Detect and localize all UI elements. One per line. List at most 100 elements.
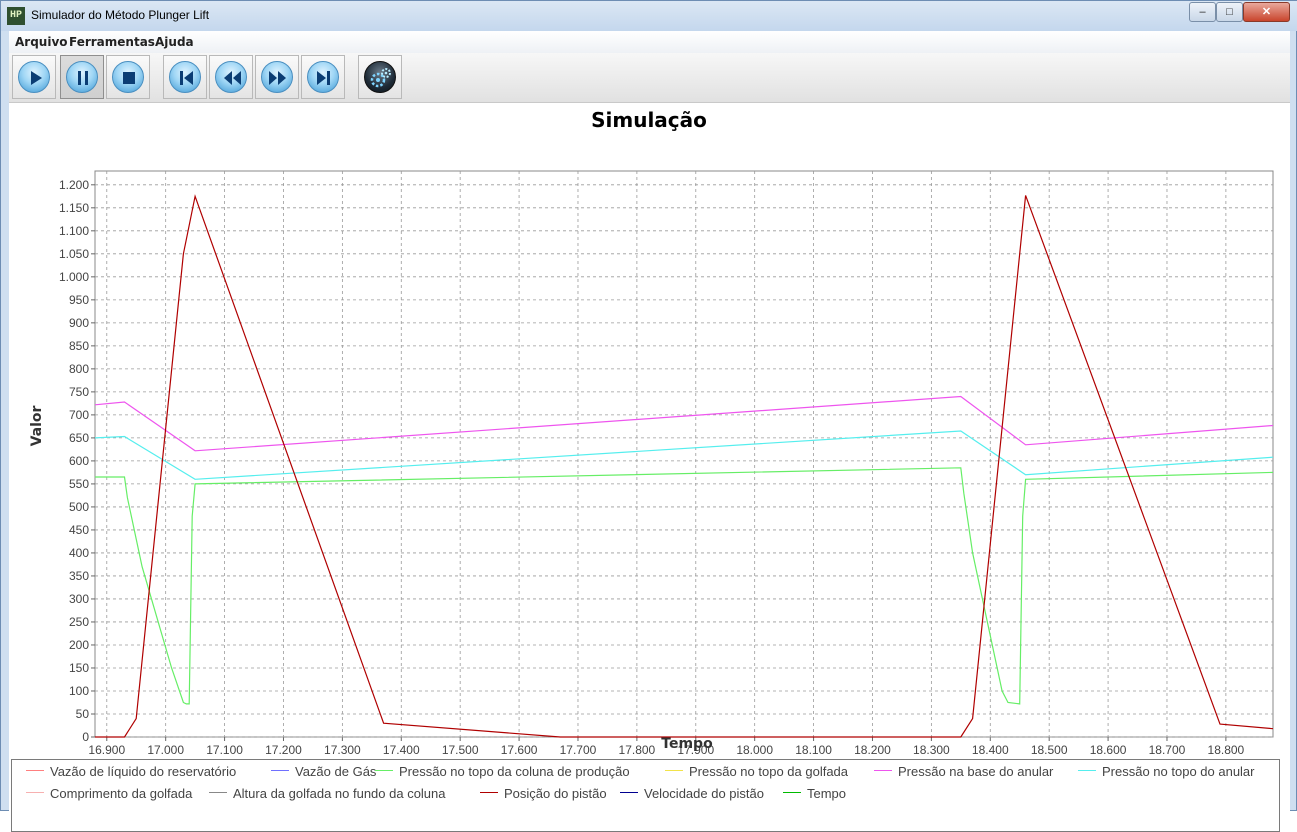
legend-label: Pressão no topo da coluna de produção	[399, 764, 630, 779]
y-tick-label: 650	[69, 431, 89, 445]
x-tick-label: 18.400	[972, 743, 1009, 757]
legend-swatch	[620, 792, 638, 794]
y-tick-label: 300	[69, 592, 89, 606]
legend-label: Vazão de Gás	[295, 764, 377, 779]
x-tick-label: 17.400	[383, 743, 420, 757]
window-title: Simulador do Método Plunger Lift	[31, 8, 210, 22]
legend-item: Tempo	[783, 786, 846, 801]
legend-swatch	[480, 792, 498, 794]
x-tick-label: 18.000	[736, 743, 773, 757]
x-tick-label: 18.700	[1149, 743, 1186, 757]
legend-item: Posição do pistão	[480, 786, 607, 801]
y-tick-label: 1.050	[59, 247, 89, 261]
pause-button[interactable]	[60, 55, 104, 99]
title-bar[interactable]: HP Simulador do Método Plunger Lift – □ …	[1, 1, 1297, 31]
y-tick-label: 550	[69, 477, 89, 491]
fast-forward-button[interactable]	[255, 55, 299, 99]
client-area: Arquivo Ferramentas Ajuda 16.900 17.000 …	[9, 31, 1290, 832]
y-tick-label: 400	[69, 546, 89, 560]
legend-item: Pressão no topo da golfada	[665, 764, 848, 779]
legend-swatch	[26, 792, 44, 794]
x-tick-label: 18.500	[1031, 743, 1068, 757]
x-tick-label: 18.800	[1208, 743, 1245, 757]
stop-button[interactable]	[106, 55, 150, 99]
y-tick-label: 0	[82, 730, 89, 744]
skip-end-icon	[307, 61, 339, 93]
maximize-button[interactable]: □	[1216, 2, 1243, 22]
settings-button[interactable]	[358, 55, 402, 99]
legend-swatch	[375, 770, 393, 772]
menu-ajuda[interactable]: Ajuda	[155, 35, 194, 49]
legend-label: Tempo	[807, 786, 847, 801]
legend-swatch	[271, 770, 289, 772]
legend-label: Pressão na base do anular	[898, 764, 1054, 779]
skip-start-button[interactable]	[163, 55, 207, 99]
stop-icon	[112, 61, 144, 93]
play-icon	[18, 61, 50, 93]
legend-item: Pressão na base do anular	[874, 764, 1053, 779]
legend-label: Posição do pistão	[504, 786, 607, 801]
y-tick-label: 200	[69, 638, 89, 652]
y-tick-label: 450	[69, 523, 89, 537]
legend-swatch	[874, 770, 892, 772]
x-tick-label: 18.100	[795, 743, 832, 757]
y-tick-label: 1.100	[59, 224, 89, 238]
legend-item: Pressão no topo do anular	[1078, 764, 1255, 779]
app-window: HP Simulador do Método Plunger Lift – □ …	[0, 0, 1297, 832]
legend-item: Pressão no topo da coluna de produção	[375, 764, 630, 779]
legend-swatch	[26, 770, 44, 772]
chart-legend: Vazão de líquido do reservatório Vazão de…	[11, 759, 1280, 832]
minimize-button[interactable]: –	[1189, 2, 1216, 22]
y-tick-label: 500	[69, 500, 89, 514]
chart-svg: 16.900 17.000 17.100 17.200 17.300 17.400 17.5…	[29, 108, 1274, 757]
y-tick-label: 750	[69, 385, 89, 399]
legend-swatch	[665, 770, 683, 772]
fast-forward-icon	[261, 61, 293, 93]
y-tick-label: 600	[69, 454, 89, 468]
skip-start-icon	[169, 61, 201, 93]
gears-icon	[364, 61, 396, 93]
close-icon: ✕	[1261, 6, 1272, 18]
legend-label: Pressão no topo da golfada	[689, 764, 849, 779]
rewind-button[interactable]	[209, 55, 253, 99]
y-tick-label: 1.200	[59, 178, 89, 192]
skip-end-button[interactable]	[301, 55, 345, 99]
legend-swatch	[1078, 770, 1096, 772]
play-button[interactable]	[12, 55, 56, 99]
y-tick-label: 350	[69, 569, 89, 583]
y-tick-label: 950	[69, 293, 89, 307]
y-tick-label: 1.000	[59, 270, 89, 284]
x-tick-label: 18.200	[854, 743, 891, 757]
close-button[interactable]: ✕	[1243, 2, 1290, 22]
x-tick-label: 17.800	[619, 743, 656, 757]
y-tick-label: 700	[69, 408, 89, 422]
chart-title: Simulação	[591, 108, 707, 132]
menu-bar: Arquivo Ferramentas Ajuda	[9, 31, 1290, 53]
x-tick-label: 16.900	[88, 743, 125, 757]
toolbar	[9, 53, 1290, 103]
legend-label: Vazão de líquido do reservatório	[50, 764, 237, 779]
x-axis-label: Tempo	[661, 736, 713, 752]
legend-item: Altura da golfada no fundo da coluna	[209, 786, 446, 801]
x-tick-label: 17.300	[324, 743, 361, 757]
x-tick-label: 17.000	[147, 743, 184, 757]
y-tick-label: 800	[69, 362, 89, 376]
y-tick-label: 900	[69, 316, 89, 330]
y-tick-label: 850	[69, 339, 89, 353]
pause-icon	[66, 61, 98, 93]
chart-panel: 16.900 17.000 17.100 17.200 17.300 17.400 17.5…	[9, 103, 1290, 812]
menu-arquivo[interactable]: Arquivo	[15, 35, 68, 49]
legend-swatch	[783, 792, 801, 794]
y-tick-label: 250	[69, 615, 89, 629]
legend-swatch	[209, 792, 227, 794]
menu-ferramentas[interactable]: Ferramentas	[69, 35, 155, 49]
legend-item: Vazão de líquido do reservatório	[26, 764, 236, 779]
x-tick-label: 17.600	[501, 743, 538, 757]
legend-item: Velocidade do pistão	[620, 786, 764, 801]
y-tick-label: 150	[69, 661, 89, 675]
legend-item: Vazão de Gás	[271, 764, 376, 779]
minimize-icon: –	[1199, 6, 1206, 18]
legend-label: Pressão no topo do anular	[1102, 764, 1255, 779]
y-tick-label: 1.150	[59, 201, 89, 215]
x-tick-label: 17.200	[265, 743, 302, 757]
